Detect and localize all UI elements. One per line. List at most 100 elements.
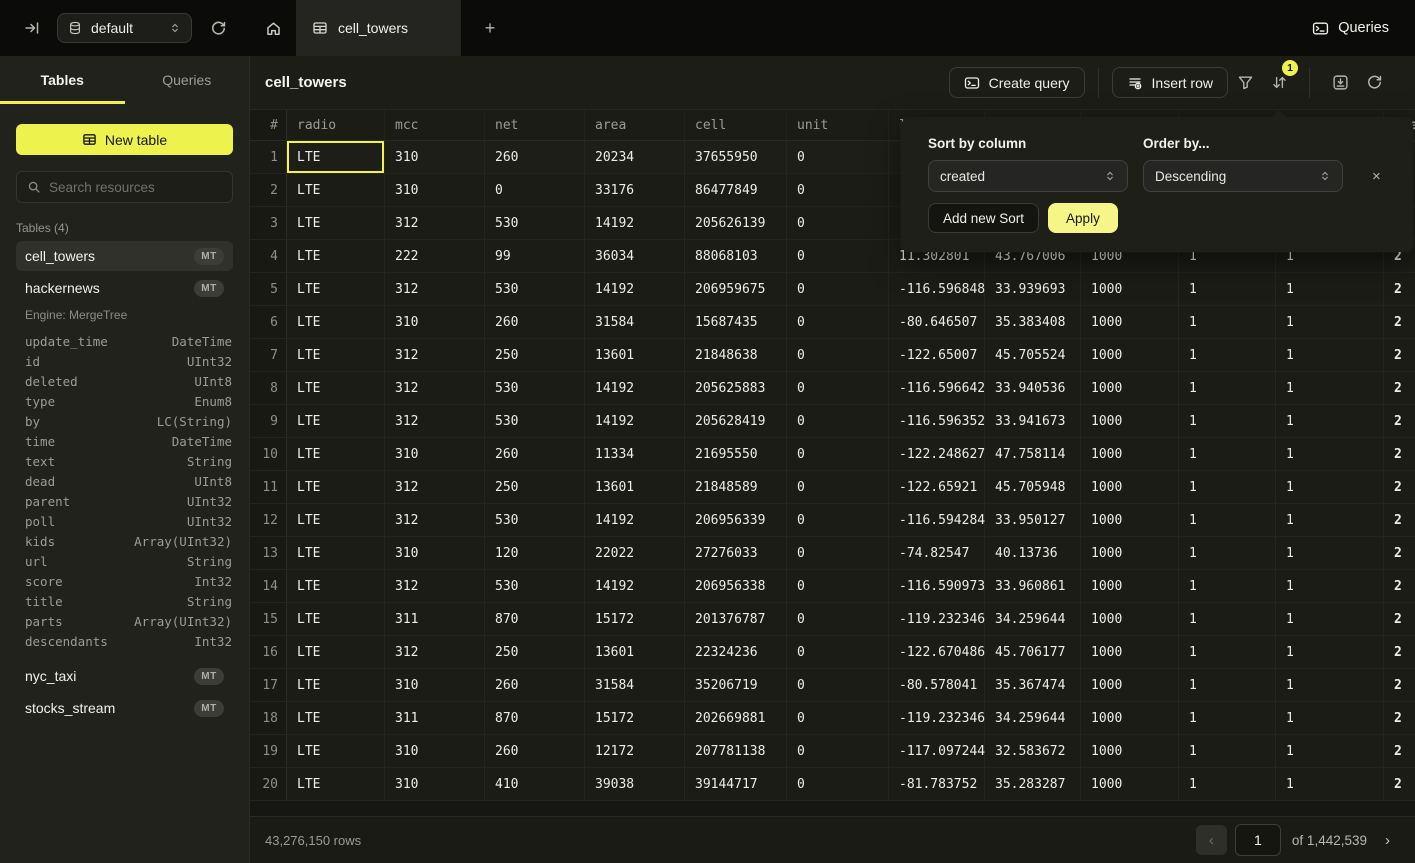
table-cell[interactable]: 260 <box>485 735 585 768</box>
table-cell[interactable]: 22022 <box>585 537 685 570</box>
tab-home[interactable] <box>250 0 296 56</box>
table-cell[interactable]: 1000 <box>1081 306 1179 339</box>
column-header-area[interactable]: area <box>585 110 685 141</box>
table-cell[interactable]: 312 <box>385 570 485 603</box>
table-cell[interactable]: 0 <box>787 504 889 537</box>
table-cell[interactable]: 45.705948 <box>985 471 1081 504</box>
table-cell[interactable]: 1000 <box>1081 273 1179 306</box>
table-cell[interactable]: 0 <box>787 768 889 801</box>
table-cell[interactable]: 1000 <box>1081 438 1179 471</box>
table-cell[interactable]: 0 <box>787 141 889 174</box>
download-icon[interactable] <box>1323 67 1357 98</box>
table-cell[interactable]: 2 <box>1384 735 1415 768</box>
create-query-button[interactable]: Create query <box>949 67 1085 98</box>
table-cell[interactable]: 260 <box>485 669 585 702</box>
table-cell[interactable]: 12172 <box>585 735 685 768</box>
table-cell[interactable]: 2 <box>1384 306 1415 339</box>
sidebar-item-nyc-taxi[interactable]: nyc_taxi MT <box>16 661 233 691</box>
sort-icon[interactable]: 1 <box>1262 67 1296 98</box>
table-cell[interactable]: LTE <box>287 174 385 207</box>
table-cell[interactable]: -119.232346 <box>889 603 985 636</box>
table-cell[interactable]: 34.259644 <box>985 603 1081 636</box>
table-cell[interactable]: 1 <box>1276 768 1384 801</box>
table-cell[interactable]: 2 <box>1384 405 1415 438</box>
table-cell[interactable]: -80.646507 <box>889 306 985 339</box>
table-cell[interactable]: 250 <box>485 636 585 669</box>
table-cell[interactable]: 1000 <box>1081 735 1179 768</box>
table-cell[interactable]: 1 <box>1276 438 1384 471</box>
table-cell[interactable]: 312 <box>385 636 485 669</box>
table-cell[interactable]: 310 <box>385 768 485 801</box>
table-cell[interactable]: 33.941673 <box>985 405 1081 438</box>
table-cell[interactable]: 2 <box>1384 438 1415 471</box>
table-cell[interactable]: 13601 <box>585 339 685 372</box>
table-cell[interactable]: 15172 <box>585 603 685 636</box>
table-cell[interactable]: 312 <box>385 372 485 405</box>
table-cell[interactable]: -116.596848 <box>889 273 985 306</box>
table-cell[interactable]: 1000 <box>1081 669 1179 702</box>
insert-row-button[interactable]: Insert row <box>1112 67 1228 98</box>
tab-cell-towers[interactable]: cell_towers <box>296 0 461 56</box>
table-cell[interactable]: 13601 <box>585 636 685 669</box>
table-cell[interactable]: 311 <box>385 603 485 636</box>
table-cell[interactable]: 1 <box>1276 471 1384 504</box>
table-cell[interactable]: 88068103 <box>685 240 787 273</box>
table-cell[interactable]: -80.578041 <box>889 669 985 702</box>
table-cell[interactable]: 2 <box>1384 669 1415 702</box>
table-cell[interactable]: LTE <box>287 570 385 603</box>
table-cell[interactable]: 120 <box>485 537 585 570</box>
table-cell[interactable]: LTE <box>287 471 385 504</box>
table-cell[interactable]: LTE <box>287 339 385 372</box>
table-cell[interactable]: 47.758114 <box>985 438 1081 471</box>
table-cell[interactable]: 0 <box>787 240 889 273</box>
table-cell[interactable]: 2 <box>1384 702 1415 735</box>
table-cell[interactable]: -116.590973 <box>889 570 985 603</box>
table-cell[interactable]: LTE <box>287 405 385 438</box>
table-cell[interactable]: 0 <box>787 702 889 735</box>
row-number-header[interactable]: # <box>250 110 287 141</box>
table-cell[interactable]: 1000 <box>1081 768 1179 801</box>
table-cell[interactable]: LTE <box>287 306 385 339</box>
table-cell[interactable]: 311 <box>385 702 485 735</box>
table-cell[interactable]: 0 <box>787 537 889 570</box>
table-cell[interactable]: -116.594284 <box>889 504 985 537</box>
table-cell[interactable]: 1 <box>1179 537 1276 570</box>
table-cell[interactable]: 0 <box>787 339 889 372</box>
table-cell[interactable]: 202669881 <box>685 702 787 735</box>
table-cell[interactable]: 1000 <box>1081 372 1179 405</box>
table-cell[interactable]: 1 <box>1276 339 1384 372</box>
table-cell[interactable]: 530 <box>485 273 585 306</box>
apply-sort-button[interactable]: Apply <box>1048 203 1118 233</box>
table-cell[interactable]: 14192 <box>585 405 685 438</box>
table-cell[interactable]: 310 <box>385 669 485 702</box>
table-cell[interactable]: 2 <box>1384 570 1415 603</box>
table-cell[interactable]: 1 <box>1179 735 1276 768</box>
table-cell[interactable]: 21848589 <box>685 471 787 504</box>
table-cell[interactable]: 870 <box>485 603 585 636</box>
refresh-icon[interactable] <box>1357 67 1391 98</box>
table-cell[interactable]: 250 <box>485 339 585 372</box>
table-cell[interactable]: 312 <box>385 405 485 438</box>
table-cell[interactable]: 312 <box>385 471 485 504</box>
column-header-unit[interactable]: unit <box>787 110 889 141</box>
table-cell[interactable]: 36034 <box>585 240 685 273</box>
reload-database-icon[interactable] <box>210 20 227 37</box>
table-cell[interactable]: 206959675 <box>685 273 787 306</box>
table-cell[interactable]: 310 <box>385 537 485 570</box>
column-header-net[interactable]: net <box>485 110 585 141</box>
table-cell[interactable]: 312 <box>385 207 485 240</box>
table-cell[interactable]: 27276033 <box>685 537 787 570</box>
table-cell[interactable]: 1 <box>1179 438 1276 471</box>
table-cell[interactable]: 1 <box>1179 669 1276 702</box>
table-cell[interactable]: 1 <box>1179 768 1276 801</box>
collapse-sidebar-icon[interactable] <box>24 20 40 36</box>
table-cell[interactable]: 35206719 <box>685 669 787 702</box>
table-cell[interactable]: 33.939693 <box>985 273 1081 306</box>
table-cell[interactable]: 1000 <box>1081 504 1179 537</box>
table-cell[interactable]: 310 <box>385 141 485 174</box>
table-cell[interactable]: 0 <box>787 372 889 405</box>
table-cell[interactable]: -122.65007 <box>889 339 985 372</box>
table-cell[interactable]: -122.670486 <box>889 636 985 669</box>
table-cell[interactable]: 33.950127 <box>985 504 1081 537</box>
table-cell[interactable]: -122.248627 <box>889 438 985 471</box>
